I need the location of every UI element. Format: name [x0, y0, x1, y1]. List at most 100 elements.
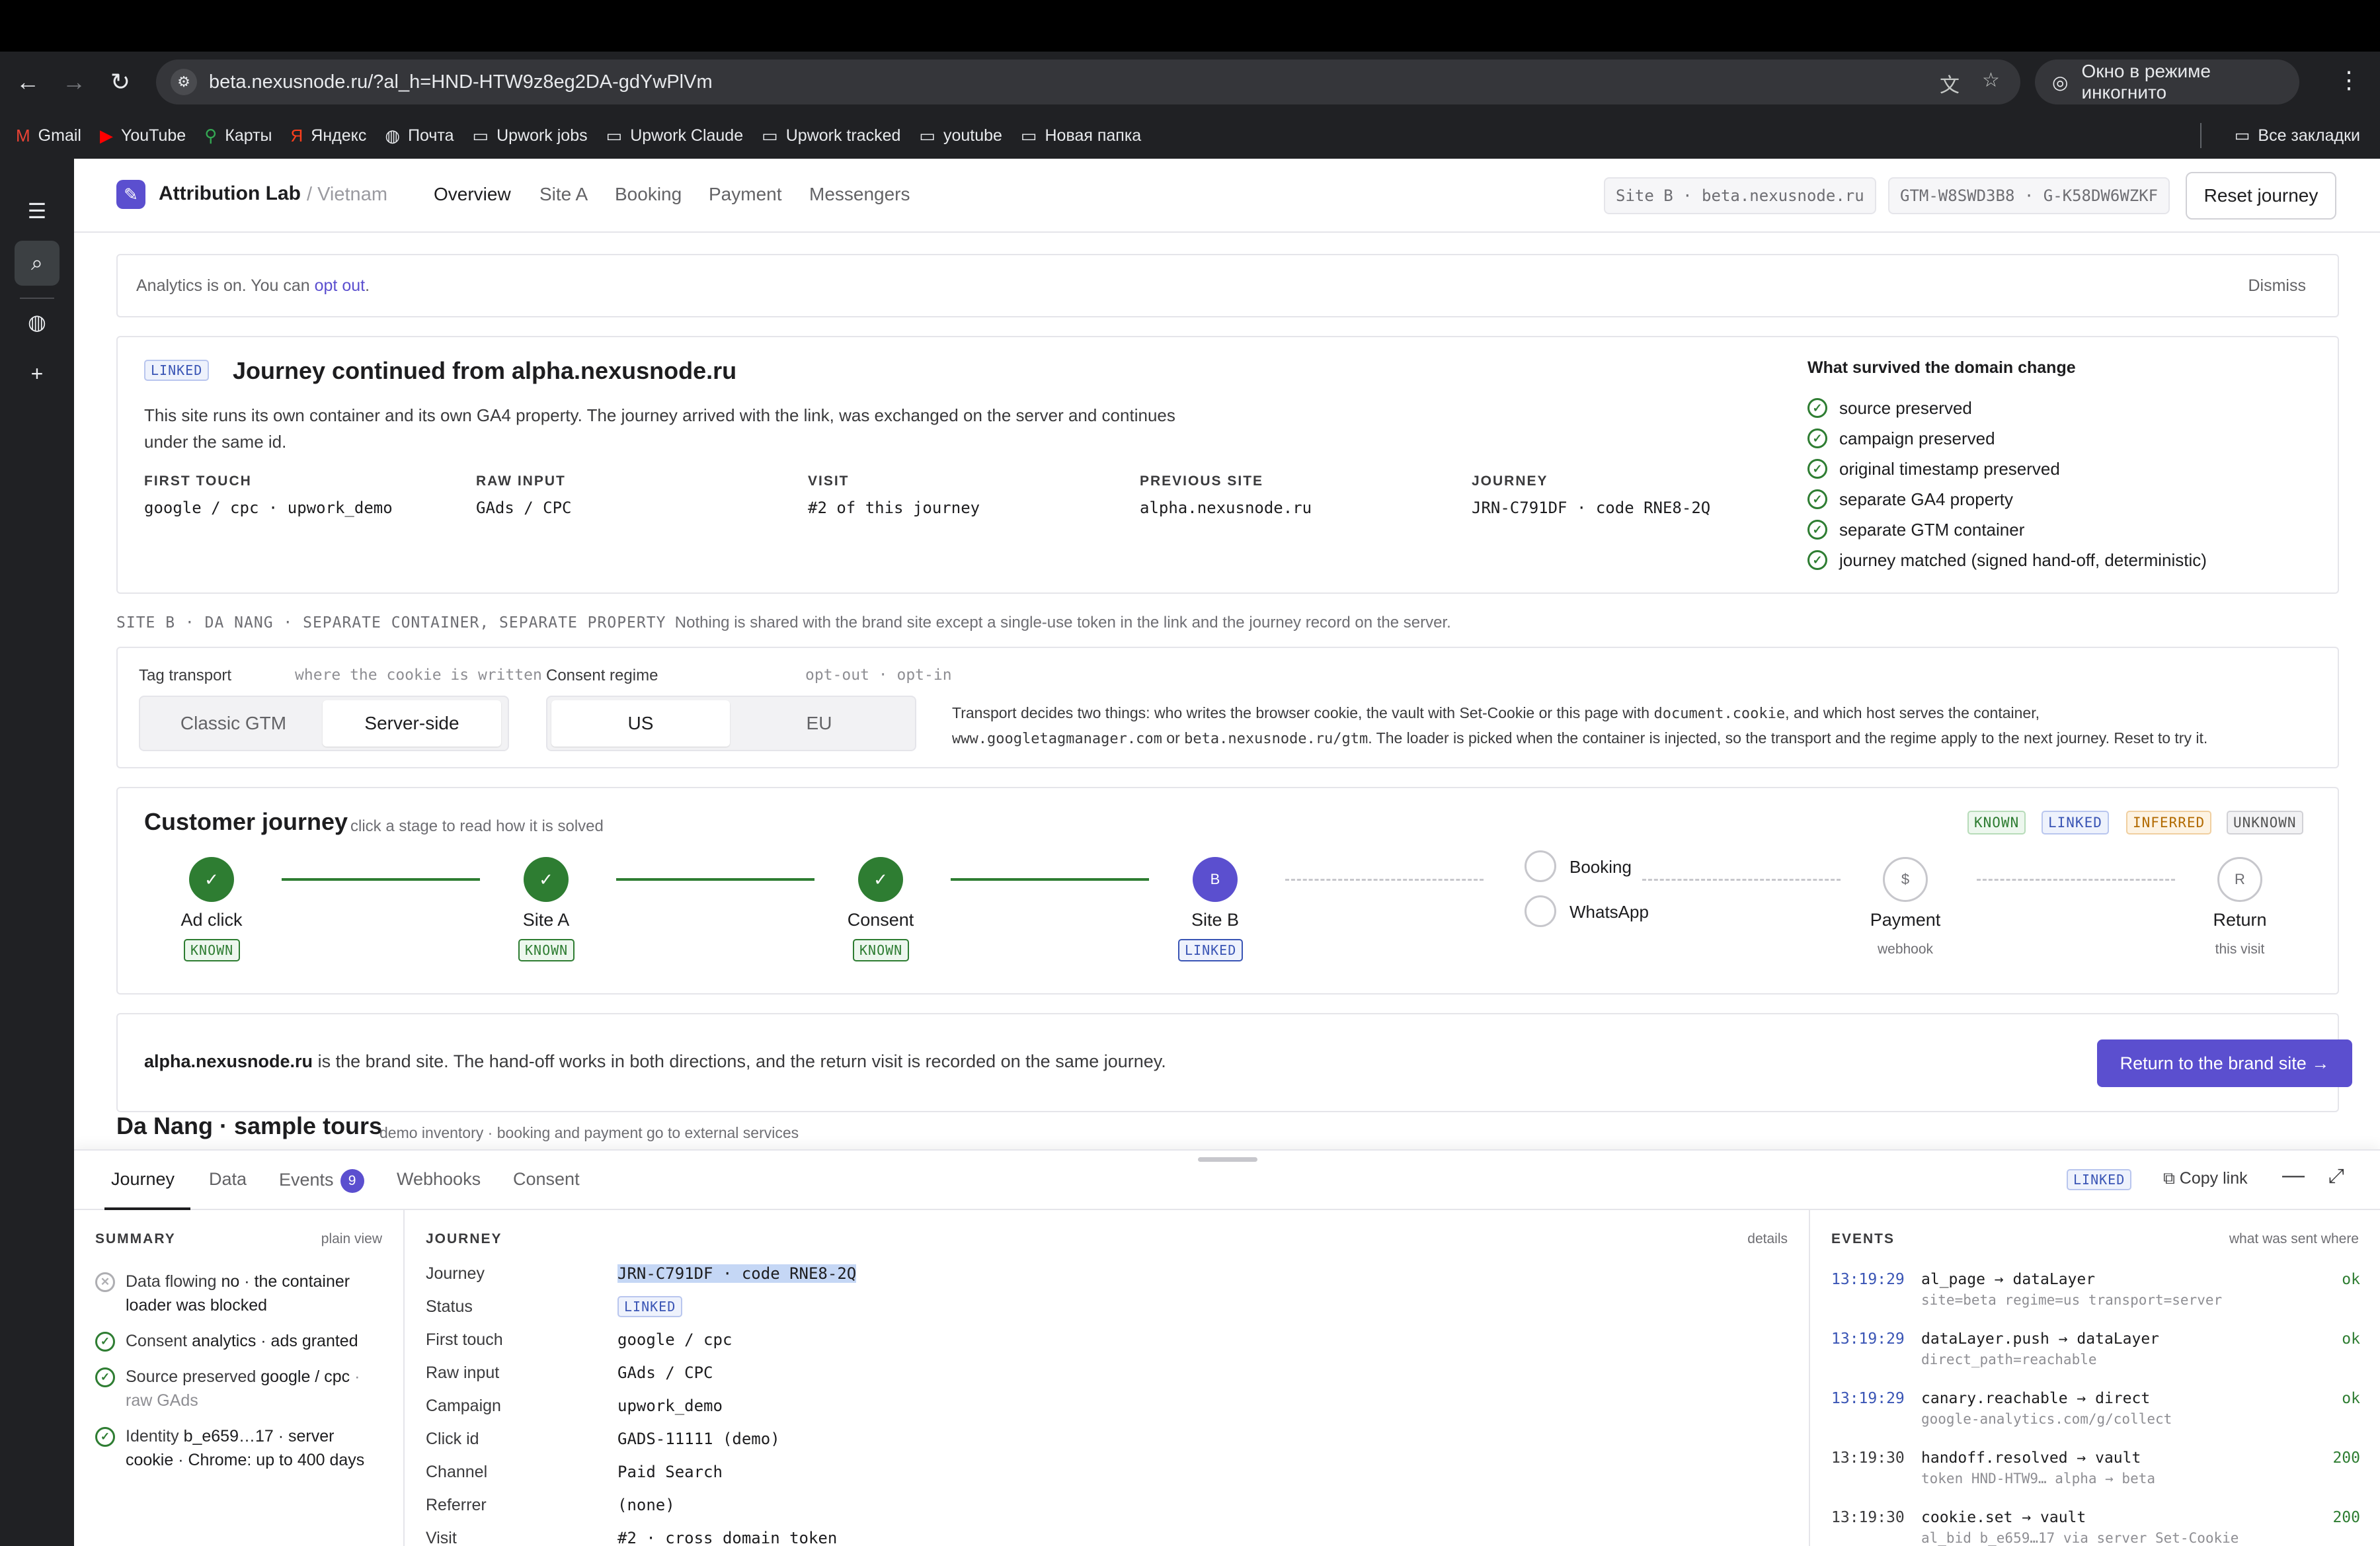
stage-payment-node[interactable]: $	[1883, 857, 1928, 902]
stage-ad-click-badge: KNOWN	[184, 939, 241, 961]
branch-whatsapp-label[interactable]: WhatsApp	[1569, 902, 1649, 922]
check-icon: ✓	[1807, 489, 1827, 509]
transport-option-server[interactable]: Server-side	[323, 700, 501, 747]
reading-list-icon[interactable]: ☰	[15, 188, 60, 233]
tab-data[interactable]: Data	[209, 1169, 247, 1190]
back-icon[interactable]: ←	[9, 63, 46, 101]
nav-booking[interactable]: Booking	[615, 184, 682, 205]
bookmark-folder-upwork-jobs[interactable]: ▭ Upwork jobs	[472, 126, 587, 146]
drawer-resize-handle[interactable]	[1198, 1157, 1257, 1162]
bookmark-mail[interactable]: ◍ Почта	[385, 126, 454, 146]
tours-subtitle: demo inventory · booking and payment go …	[379, 1124, 799, 1141]
bookmark-youtube[interactable]: ▶ YouTube	[100, 126, 186, 146]
bookmark-folder-youtube[interactable]: ▭ youtube	[919, 126, 1002, 146]
page: ✎ Attribution Lab / Vietnam Overview Sit…	[74, 159, 2380, 1546]
check-icon: ✓	[95, 1367, 115, 1387]
check-icon: ✓	[1807, 459, 1827, 479]
journey-connector	[282, 878, 480, 881]
nav-site-a[interactable]: Site A	[539, 184, 588, 205]
bookmark-folder-new[interactable]: ▭ Новая папка	[1021, 126, 1141, 146]
branch-booking-radio[interactable]	[1525, 850, 1556, 882]
events-count-badge: 9	[340, 1169, 364, 1193]
consent-option-eu[interactable]: EU	[730, 700, 908, 747]
forward-icon[interactable]: →	[56, 63, 93, 101]
customer-journey-hint: click a stage to read how it is solved	[350, 817, 604, 835]
bookmark-star-icon[interactable]: ☆	[1982, 69, 2000, 92]
bookmark-folder-upwork-claude[interactable]: ▭ Upwork Claude	[606, 126, 744, 146]
stage-consent-badge: KNOWN	[853, 939, 910, 961]
plain-view-toggle[interactable]: plain view	[321, 1231, 382, 1247]
bookmark-yandex[interactable]: Я Яндекс	[291, 126, 367, 146]
consent-regime-title: Consent regime	[546, 667, 658, 684]
drawer-linked-badge: LINKED	[2067, 1169, 2132, 1190]
legend-unknown: UNKNOWN	[2227, 811, 2303, 834]
tab-consent[interactable]: Consent	[513, 1169, 580, 1190]
reset-journey-button[interactable]: Reset journey	[2186, 172, 2336, 220]
branch-whatsapp-radio[interactable]	[1525, 895, 1556, 927]
details-toggle[interactable]: details	[1747, 1231, 1788, 1247]
add-icon[interactable]: +	[15, 351, 60, 396]
tab-journey[interactable]: Journey	[111, 1169, 175, 1190]
folder-icon: ▭	[919, 125, 935, 145]
bookmark-gmail[interactable]: M Gmail	[16, 126, 81, 146]
brand-name[interactable]: Attribution Lab	[159, 183, 301, 205]
stage-site-a-label[interactable]: Site A	[480, 910, 612, 930]
stage-consent-label[interactable]: Consent	[814, 910, 947, 930]
journey-id-value[interactable]: JRN-C791DF · code RNE8-2Q	[617, 1264, 857, 1283]
stage-payment-label[interactable]: Payment	[1839, 910, 1971, 930]
check-icon: ✓	[1807, 550, 1827, 570]
nav-messengers[interactable]: Messengers	[809, 184, 910, 205]
browser-menu-icon[interactable]: ⋮	[2337, 66, 2361, 94]
stage-return-node[interactable]: R	[2217, 857, 2262, 902]
site-settings-icon[interactable]: ⚙	[171, 69, 197, 95]
nav-payment[interactable]: Payment	[709, 184, 782, 205]
all-bookmarks[interactable]: ▭ Все закладки	[2235, 112, 2360, 159]
expand-icon[interactable]: ⤢	[2328, 1165, 2344, 1188]
linked-title: Journey continued from alpha.nexusnode.r…	[233, 357, 737, 384]
side-panel-rail: ☰ ⌕ ◍ +	[0, 159, 74, 1546]
check-icon: ✓	[1807, 398, 1827, 418]
bookmark-folder-upwork-tracked[interactable]: ▭ Upwork tracked	[762, 126, 900, 146]
return-to-brand-button[interactable]: Return to the brand site →	[2097, 1039, 2352, 1087]
bookmarks-bar: M Gmail ▶ YouTube ⚲ Карты Я Яндекс ◍ Почта ▭ U…	[0, 112, 2380, 159]
tab-events[interactable]: Events 9	[279, 1169, 364, 1193]
stage-return-label[interactable]: Return	[2174, 910, 2306, 930]
check-icon: ✓	[95, 1332, 115, 1352]
copy-link-button[interactable]: ⧉ Copy link	[2163, 1169, 2248, 1188]
search-panel-icon[interactable]: ⌕	[15, 241, 60, 286]
stage-site-b-label[interactable]: Site B	[1149, 910, 1281, 930]
nav-overview[interactable]: Overview	[434, 184, 511, 205]
translate-icon[interactable]: 文	[1940, 69, 1960, 98]
folder-icon: ▭	[1020, 125, 1037, 145]
stage-ad-click-label[interactable]: Ad click	[145, 910, 278, 930]
summary-consent: ✓ Consent analytics · ads granted	[95, 1329, 386, 1353]
stage-consent-node[interactable]: ✓	[858, 857, 903, 902]
journey-row-raw-input: Raw input GAds / CPC	[426, 1363, 713, 1383]
brand-site-text: alpha.nexusnode.ru is the brand site. Th…	[144, 1051, 1166, 1071]
journey-panel-title: JOURNEY	[426, 1231, 502, 1246]
survived-title: What survived the domain change	[1807, 358, 2076, 377]
check-icon: ✓	[1807, 520, 1827, 540]
journey-row-id: Journey JRN-C791DF · code RNE8-2Q	[426, 1264, 857, 1283]
stage-site-a-node[interactable]: ✓	[524, 857, 569, 902]
incognito-label: Окно в режиме инкогнито	[2081, 61, 2211, 102]
consent-option-us[interactable]: US	[551, 700, 730, 747]
transport-option-classic[interactable]: Classic GTM	[144, 700, 323, 747]
address-bar[interactable]: ⚙ beta.nexusnode.ru/?al_h=HND-HTW9z8eg2D…	[156, 60, 2020, 104]
url-text[interactable]: beta.nexusnode.ru/?al_h=HND-HTW9z8eg2DA-…	[209, 71, 713, 93]
tab-webhooks[interactable]: Webhooks	[397, 1169, 481, 1190]
globe-icon[interactable]: ◍	[15, 300, 60, 345]
consent-regime-hint: opt-out · opt-in	[805, 667, 952, 684]
opt-out-link[interactable]: opt out	[315, 276, 365, 295]
journey-connector	[616, 878, 814, 881]
check-icon: ✓	[1807, 428, 1827, 448]
branch-booking-label[interactable]: Booking	[1569, 857, 1632, 877]
minimize-icon[interactable]: —	[2282, 1162, 2305, 1188]
stage-site-b-node[interactable]: B	[1193, 857, 1238, 902]
summary-panel: SUMMARY plain view ✕ Data flowing no · th…	[74, 1210, 405, 1546]
dismiss-button[interactable]: Dismiss	[2248, 276, 2307, 296]
reload-icon[interactable]: ↻	[102, 63, 139, 101]
incognito-indicator[interactable]: ◎ Окно в режиме инкогнито	[2035, 60, 2299, 104]
bookmark-maps[interactable]: ⚲ Карты	[204, 126, 272, 146]
stage-ad-click-node[interactable]: ✓	[189, 857, 234, 902]
